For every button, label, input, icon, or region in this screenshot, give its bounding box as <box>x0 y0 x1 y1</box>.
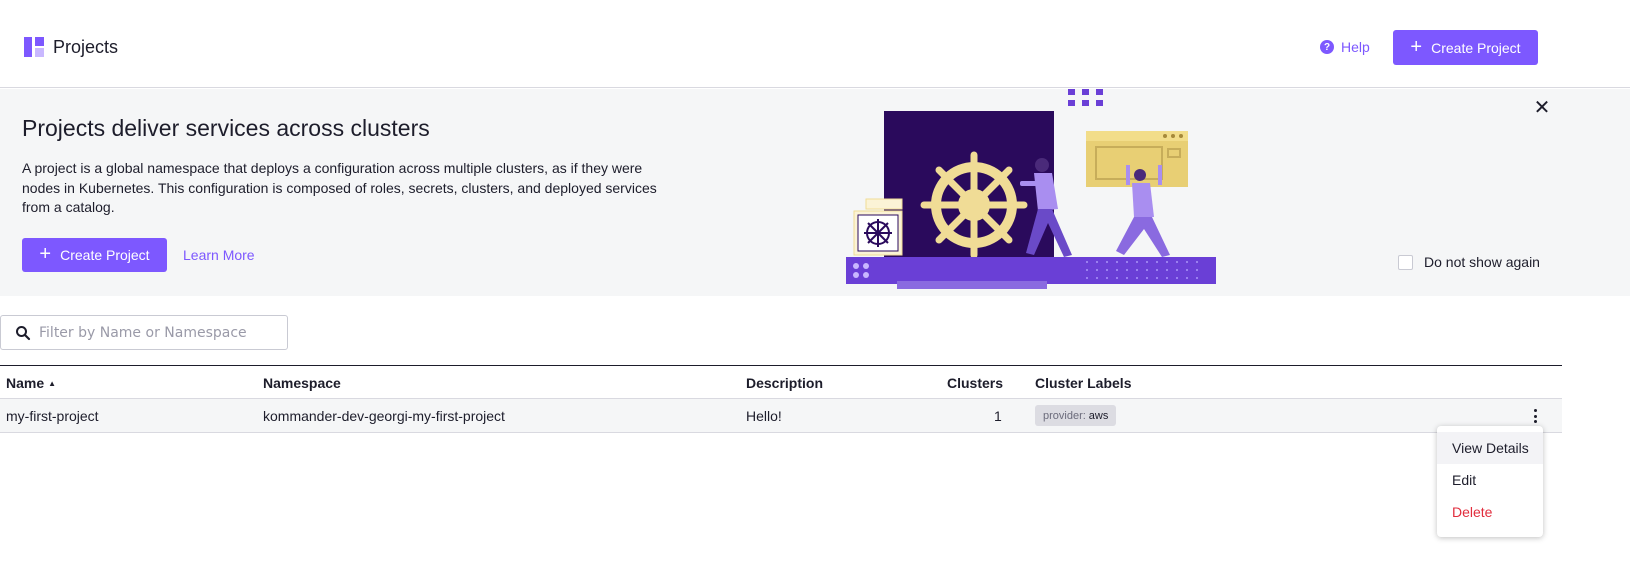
banner-create-project-label: Create Project <box>60 247 150 263</box>
column-header-name[interactable]: Name ▲ <box>6 375 56 391</box>
label-key: provider: <box>1043 409 1086 422</box>
projects-logo-icon <box>24 37 44 57</box>
page-title: Projects <box>53 37 119 57</box>
create-project-button[interactable]: + Create Project <box>1393 30 1538 65</box>
plus-icon: + <box>39 243 52 265</box>
search-icon <box>16 325 31 340</box>
projects-illustration <box>846 89 1216 289</box>
description-cell: Hello! <box>746 408 782 424</box>
info-banner: Projects deliver services across cluster… <box>0 89 1630 296</box>
close-banner-icon[interactable]: ✕ <box>1533 98 1551 118</box>
learn-more-link[interactable]: Learn More <box>183 247 255 263</box>
sort-ascending-icon: ▲ <box>48 379 57 388</box>
column-header-description[interactable]: Description <box>746 375 823 391</box>
filter-input[interactable] <box>39 324 269 341</box>
column-header-cluster-labels: Cluster Labels <box>1035 375 1132 391</box>
column-header-name-label: Name <box>6 375 45 391</box>
label-value: aws <box>1088 409 1109 422</box>
project-name-cell[interactable]: my-first-project <box>6 408 99 424</box>
page-header: Projects ? Help + Create Project <box>0 0 1630 88</box>
help-circle-icon: ? <box>1320 40 1334 54</box>
do-not-show-again-checkbox[interactable] <box>1398 254 1413 270</box>
create-project-label: Create Project <box>1431 39 1521 56</box>
do-not-show-again-option[interactable]: Do not show again <box>1398 254 1540 270</box>
banner-create-project-button[interactable]: + Create Project <box>22 238 167 272</box>
do-not-show-again-label: Do not show again <box>1424 254 1540 270</box>
menu-item-view-details[interactable]: View Details <box>1437 432 1543 464</box>
column-header-clusters[interactable]: Clusters <box>947 375 1003 391</box>
cluster-label-badge: provider: aws <box>1035 405 1117 426</box>
filter-field[interactable] <box>0 315 288 350</box>
menu-item-edit[interactable]: Edit <box>1437 464 1543 496</box>
help-label: Help <box>1341 39 1370 55</box>
clusters-cell: 1 <box>994 408 1002 424</box>
row-actions-menu: View Details Edit Delete <box>1437 426 1543 537</box>
table-row[interactable]: my-first-project kommander-dev-georgi-my… <box>0 399 1562 433</box>
table-header: Name ▲ Namespace Description Clusters Clu… <box>0 365 1562 399</box>
help-link[interactable]: ? Help <box>1320 39 1370 55</box>
banner-description: A project is a global namespace that dep… <box>22 160 657 215</box>
menu-item-delete[interactable]: Delete <box>1437 496 1543 528</box>
namespace-cell: kommander-dev-georgi-my-first-project <box>263 408 505 424</box>
projects-table: Name ▲ Namespace Description Clusters Clu… <box>0 365 1562 433</box>
column-header-namespace[interactable]: Namespace <box>263 375 341 391</box>
kebab-menu-icon[interactable] <box>1528 407 1542 425</box>
banner-title: Projects deliver services across cluster… <box>22 115 430 141</box>
plus-icon: + <box>1410 35 1423 58</box>
